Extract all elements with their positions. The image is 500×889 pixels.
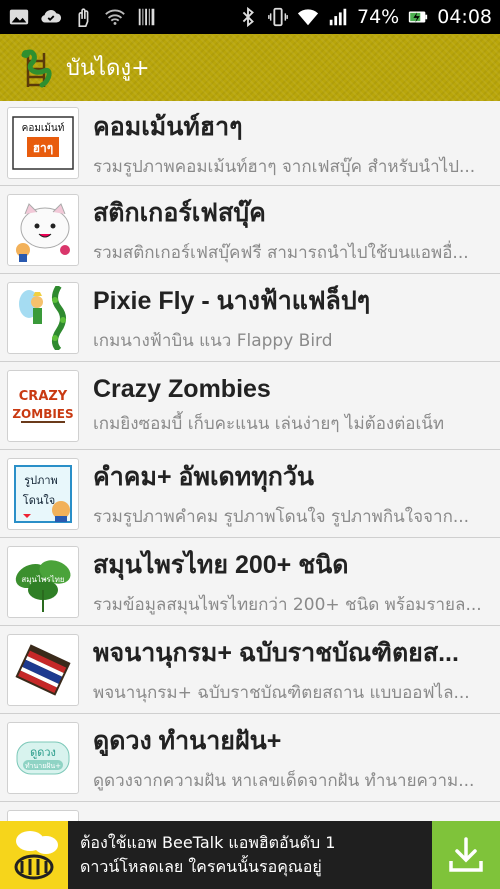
app-list[interactable]: คอมเม้นท์ ฮาๆ คอมเม้นท์ฮาๆ รวมรูปภาพคอมเ… [0, 101, 500, 821]
status-bar: 74% 04:08 [0, 0, 500, 34]
app-thumbnail [7, 193, 79, 266]
app-thumbnail: รูปภาพ โดนใจ [7, 457, 79, 530]
list-item[interactable]: CRAZY ZOMBIES Crazy Zombies เกมยิงซอมบี้… [0, 362, 500, 450]
pixie-fairy-icon [11, 285, 75, 350]
list-item[interactable]: สมุนไพรไทย สมุนไพรไทย 200+ ชนิด รวมข้อมู… [0, 538, 500, 626]
wifi-icon [104, 6, 126, 28]
app-thumbnail: สมุนไพรไทย [7, 545, 79, 618]
hand-icon [72, 6, 94, 28]
list-item[interactable]: สติกเกอร์เฟสบุ๊ค รวมสติกเกอร์เฟสบุ๊คฟรี … [0, 186, 500, 274]
app-title-label: Pixie Fly - นางฟ้าแฟล็ปๆ [93, 287, 371, 315]
download-icon [449, 837, 483, 872]
fortune-dream-icon: ดูดวง ทำนายฝัน+ [11, 725, 75, 790]
app-title: บันไดงู+ [66, 56, 150, 81]
quote-picture-icon: รูปภาพ โดนใจ [14, 464, 72, 523]
app-description: พจนานุกรม+ ฉบับราชบัณฑิตยสถาน แบบออฟไล..… [93, 683, 470, 703]
app-title-label: Crazy Zombies [93, 374, 271, 403]
svg-text:สมุนไพรไทย: สมุนไพรไทย [21, 575, 64, 584]
app-description: ดูดวงจากความฝัน หาเลขเด็ดจากฝัน ทำนายควา… [93, 771, 475, 791]
svg-text:ทำนายฝัน+: ทำนายฝัน+ [25, 762, 61, 770]
svg-text:ดูดวง: ดูดวง [30, 746, 56, 759]
ad-banner[interactable]: ต้องใช้แอพ BeeTalk แอพฮิตอันดับ 1 ดาวน์โ… [0, 821, 500, 889]
ad-text[interactable]: ต้องใช้แอพ BeeTalk แอพฮิตอันดับ 1 ดาวน์โ… [68, 831, 432, 879]
list-item[interactable]: ดูดวง ทำนายฝัน+ ดูดวง ทำนายฝัน+ ดูดวงจาก… [0, 714, 500, 802]
app-description: รวมรูปภาพคอมเม้นท์ฮาๆ จากเฟสบุ๊ค สำหรับน… [93, 156, 476, 177]
app-description: รวมรูปภาพคำคม รูปภาพโดนใจ รูปภาพกินใจจาก… [93, 507, 470, 527]
app-thumbnail [7, 633, 79, 706]
app-title-label: สติกเกอร์เฟสบุ๊ค [93, 199, 266, 227]
list-item[interactable] [0, 802, 500, 821]
battery-percent: 74% [357, 6, 400, 28]
svg-text:รูปภาพ: รูปภาพ [24, 474, 58, 487]
app-description: เกมนางฟ้าบิน แนว Flappy Bird [93, 331, 333, 351]
crazy-zombies-icon: CRAZY ZOMBIES [11, 373, 75, 438]
app-thumbnail [7, 281, 79, 354]
app-title-label: พจนานุกรม+ ฉบับราชบัณฑิตยส... [93, 639, 459, 667]
svg-text:CRAZY: CRAZY [19, 389, 68, 404]
barcode-icon [136, 6, 158, 28]
app-title-label: สมุนไพรไทย 200+ ชนิด [93, 551, 349, 579]
snake-ladder-icon[interactable] [18, 47, 54, 89]
svg-text:ZOMBIES: ZOMBIES [12, 407, 73, 421]
app-description: รวมข้อมูลสมุนไพรไทยกว่า 200+ ชนิด พร้อมร… [93, 595, 482, 615]
beetalk-logo-icon[interactable] [0, 821, 68, 889]
app-title-label: คอมเม้นท์ฮาๆ [93, 112, 243, 141]
download-button[interactable] [432, 821, 500, 889]
app-thumbnail: ดูดวง ทำนายฝัน+ [7, 721, 79, 794]
battery-charging-icon [407, 6, 429, 28]
list-item[interactable]: รูปภาพ โดนใจ คำคม+ อัพเดททุกวัน รวมรูปภา… [0, 450, 500, 538]
list-item[interactable]: พจนานุกรม+ ฉบับราชบัณฑิตยส... พจนานุกรม+… [0, 626, 500, 714]
app-thumbnail [7, 809, 79, 821]
ad-line-1: ต้องใช้แอพ BeeTalk แอพฮิตอันดับ 1 [80, 833, 336, 852]
image-icon [8, 6, 30, 28]
list-item[interactable]: คอมเม้นท์ ฮาๆ คอมเม้นท์ฮาๆ รวมรูปภาพคอมเ… [0, 101, 500, 186]
list-item[interactable]: Pixie Fly - นางฟ้าแฟล็ปๆ เกมนางฟ้าบิน แน… [0, 274, 500, 362]
sticker-cat-icon [16, 202, 70, 262]
dictionary-book-icon [11, 637, 75, 702]
app-thumbnail: คอมเม้นท์ ฮาๆ [7, 107, 79, 179]
app-thumbnail: CRAZY ZOMBIES [7, 369, 79, 442]
action-bar: บันไดงู+ [0, 34, 500, 101]
wifi-signal-icon [297, 6, 319, 28]
app-description: รวมสติกเกอร์เฟสบุ๊คฟรี สามารถนำไปใช้บนแอ… [93, 243, 469, 263]
comment-laugh-icon: คอมเม้นท์ ฮาๆ [12, 116, 74, 170]
clock: 04:08 [437, 6, 492, 28]
app-title-label: คำคม+ อัพเดททุกวัน [93, 463, 315, 491]
app-title-label: ดูดวง ทำนายฝัน+ [93, 727, 282, 755]
app-description: เกมยิงซอมบี้ เก็บคะแนน เล่นง่ายๆ ไม่ต้อง… [93, 413, 445, 434]
vibrate-icon [267, 6, 289, 28]
svg-text:ฮาๆ: ฮาๆ [33, 141, 54, 155]
cell-signal-icon [327, 6, 349, 28]
check-cloud-icon [40, 6, 62, 28]
svg-text:โดนใจ: โดนใจ [23, 493, 55, 507]
ad-line-2: ดาวน์โหลดเลย ใครคนนั้นรอคุณอยู่ [80, 857, 322, 876]
herb-leaves-icon: สมุนไพรไทย [11, 549, 75, 614]
bluetooth-icon [237, 6, 259, 28]
svg-text:คอมเม้นท์: คอมเม้นท์ [22, 122, 65, 134]
